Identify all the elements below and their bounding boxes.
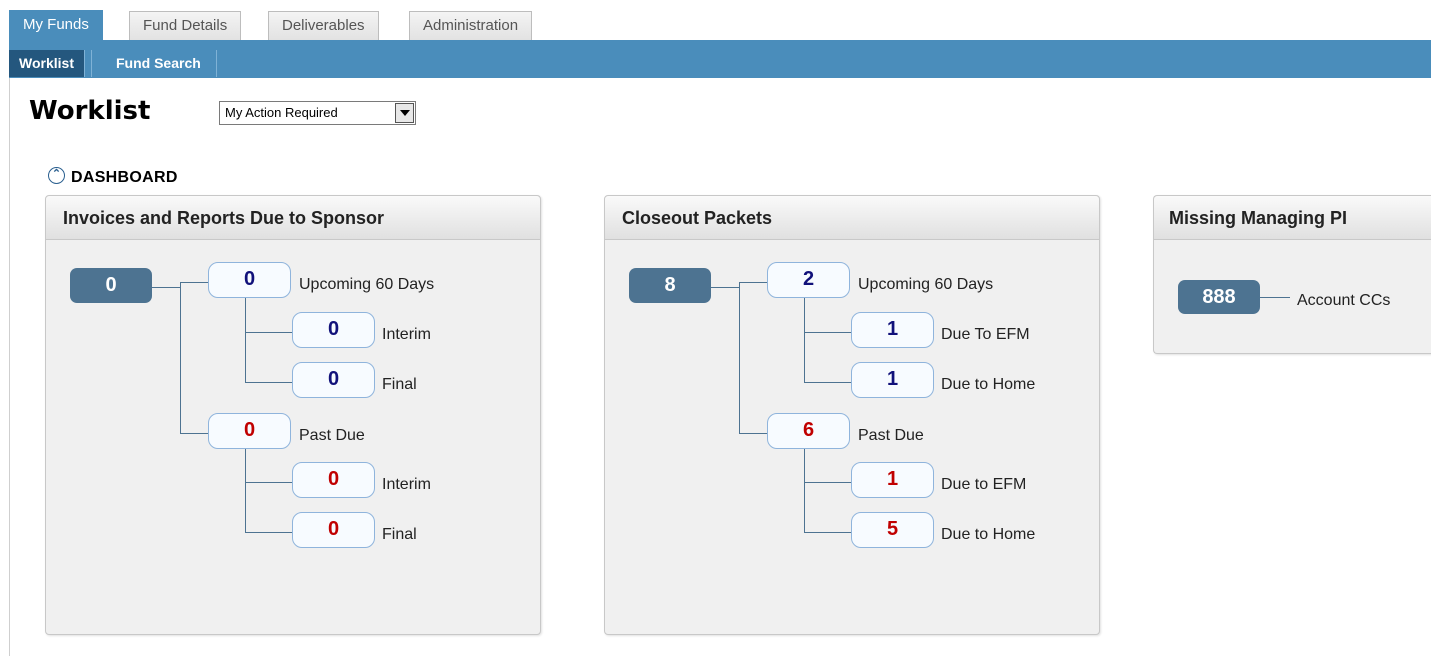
count-node[interactable]: 1 (851, 312, 934, 348)
count-node[interactable]: 0 (292, 512, 375, 548)
missing-managing-pi-panel: Missing Managing PI (1153, 195, 1431, 354)
tree-connector (245, 482, 292, 483)
tab-administration[interactable]: Administration (409, 11, 533, 40)
page-title: Worklist (29, 96, 151, 126)
tree-connector (1260, 297, 1290, 298)
node-label: Due To EFM (941, 326, 1030, 343)
total-badge[interactable]: 8 (629, 268, 711, 303)
count-node[interactable]: 1 (851, 362, 934, 398)
panel-title: Missing Managing PI (1154, 196, 1431, 240)
tree-connector (804, 332, 851, 333)
tree-connector (804, 449, 805, 532)
node-label: Due to Home (941, 526, 1036, 543)
node-label: Due to EFM (941, 476, 1027, 493)
tree-connector (180, 282, 208, 283)
tree-connector (245, 298, 246, 382)
node-label: Interim (382, 476, 431, 493)
subtab-fund-search[interactable]: Fund Search (91, 50, 217, 77)
total-badge[interactable]: 0 (70, 268, 152, 303)
tree-connector (245, 449, 246, 532)
tree-connector (804, 298, 805, 382)
node-label: Past Due (858, 427, 924, 444)
tree-connector (804, 532, 851, 533)
panel-title: Closeout Packets (605, 196, 1099, 240)
total-badge[interactable]: 888 (1178, 280, 1260, 314)
tab-my-funds[interactable]: My Funds (9, 10, 103, 41)
node-label: Final (382, 526, 417, 543)
view-select[interactable]: My Action Required (219, 101, 416, 125)
dropdown-arrow-icon[interactable] (395, 103, 414, 123)
content-left-border (9, 78, 10, 656)
tree-connector (180, 433, 208, 434)
tree-connector (180, 282, 181, 433)
tab-deliverables[interactable]: Deliverables (268, 11, 379, 40)
tree-connector (804, 482, 851, 483)
view-select-value: My Action Required (225, 105, 338, 120)
tree-connector (711, 287, 739, 288)
count-node[interactable]: 0 (208, 413, 291, 449)
count-node[interactable]: 0 (292, 362, 375, 398)
node-label: Upcoming 60 Days (858, 276, 994, 293)
tree-connector (245, 382, 292, 383)
node-label: Past Due (299, 427, 365, 444)
subtab-worklist[interactable]: Worklist (9, 50, 85, 77)
count-node[interactable]: 5 (851, 512, 934, 548)
node-label: Interim (382, 326, 431, 343)
tree-connector (739, 282, 740, 433)
count-node[interactable]: 1 (851, 462, 934, 498)
count-node[interactable]: 2 (767, 262, 850, 298)
dashboard-label: DASHBOARD (71, 169, 178, 186)
node-label: Due to Home (941, 376, 1036, 393)
collapse-up-icon[interactable]: ⌃ (48, 167, 65, 184)
count-node[interactable]: 0 (292, 462, 375, 498)
count-node[interactable]: 0 (292, 312, 375, 348)
invoices-reports-panel: Invoices and Reports Due to Sponsor (45, 195, 541, 635)
node-label: Upcoming 60 Days (299, 276, 435, 293)
count-node[interactable]: 0 (208, 262, 291, 298)
count-node[interactable]: 6 (767, 413, 850, 449)
tree-connector (739, 433, 767, 434)
closeout-packets-panel: Closeout Packets (604, 195, 1100, 635)
tree-connector (245, 332, 292, 333)
tree-connector (152, 287, 180, 288)
node-label: Account CCs (1297, 292, 1391, 309)
node-label: Final (382, 376, 417, 393)
tree-connector (739, 282, 767, 283)
tree-connector (804, 382, 851, 383)
tree-connector (245, 532, 292, 533)
tab-fund-details[interactable]: Fund Details (129, 11, 242, 40)
panel-title: Invoices and Reports Due to Sponsor (46, 196, 540, 240)
sub-nav-bar: Worklist Fund Search (9, 40, 1431, 78)
